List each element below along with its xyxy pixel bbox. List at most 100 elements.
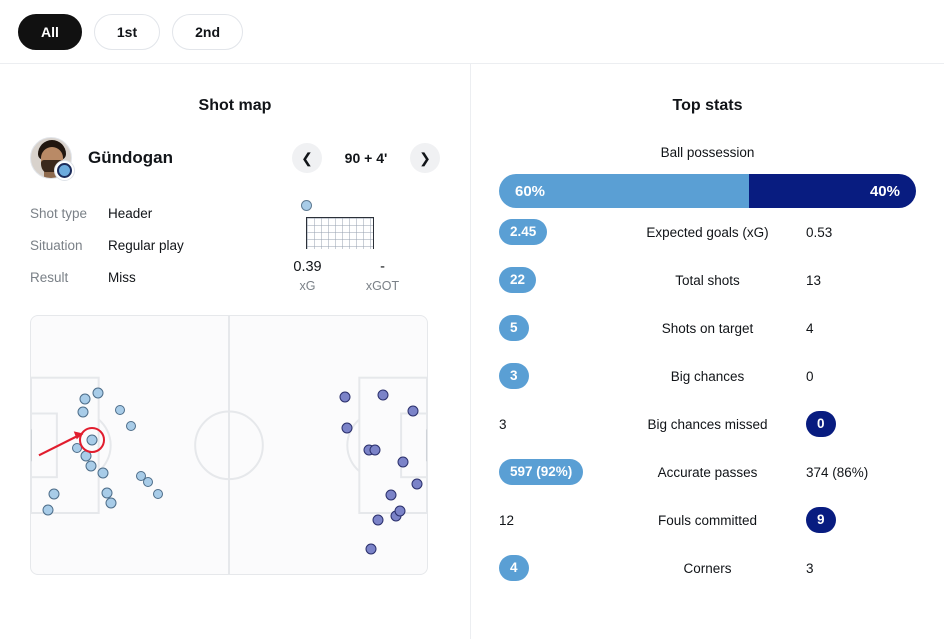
xgot-label: xGOT <box>365 279 400 293</box>
stat-row: 12 Fouls committed 9 <box>499 496 916 544</box>
stat-home-cell: 3 <box>499 363 609 389</box>
shot-dot-home[interactable] <box>97 467 109 479</box>
shot-dot-home[interactable] <box>48 488 60 500</box>
shot-dot-home[interactable] <box>42 504 54 516</box>
shot-time-label: 90 + 4' <box>344 150 388 166</box>
goal-mouth-diagram <box>270 197 420 255</box>
result-label: Result <box>30 269 69 285</box>
stat-away-cell: 0.53 <box>806 225 916 240</box>
shot-type-row: Shot type Header <box>30 197 240 229</box>
shot-dot-away[interactable] <box>339 391 351 403</box>
stat-name: Expected goals (xG) <box>646 224 769 240</box>
ball-possession-bar: 60% 40% <box>499 174 916 208</box>
shot-dot-home[interactable] <box>152 489 163 500</box>
stat-name: Big chances missed <box>647 416 768 432</box>
stat-row: 597 (92%) Accurate passes 374 (86%) <box>499 448 916 496</box>
stat-row: 22 Total shots 13 <box>499 256 916 304</box>
result-row: Result Miss <box>30 261 240 293</box>
top-stats-title: Top stats <box>672 97 743 114</box>
shot-dot-home[interactable] <box>125 420 136 431</box>
shot-dot-away[interactable] <box>369 444 381 456</box>
stat-home-value: 3 <box>499 363 529 389</box>
stat-away-value: 13 <box>806 272 822 288</box>
shot-dot-away[interactable] <box>377 389 389 401</box>
stat-name: Accurate passes <box>657 464 758 480</box>
shot-dot-away[interactable] <box>397 456 409 468</box>
xg-cell: 0.39 xG <box>270 259 345 293</box>
stat-away-cell: 13 <box>806 273 916 288</box>
situation-label: Situation <box>30 237 83 253</box>
situation-value: Regular play <box>108 237 184 253</box>
pitch-wrap <box>0 293 470 575</box>
shot-dot-home[interactable] <box>86 434 98 445</box>
stat-rows: 2.45 Expected goals (xG) 0.53 22 Total shots… <box>499 208 916 592</box>
shot-dot-away[interactable] <box>385 489 397 501</box>
result-value: Miss <box>108 269 136 285</box>
stat-away-value: 4 <box>806 320 814 336</box>
player-header: Gündogan ❮ 90 + 4' ❯ <box>0 115 470 181</box>
shot-placement-dot <box>301 200 312 211</box>
ball-possession-label: Ball possession <box>660 145 755 160</box>
chevron-left-icon[interactable]: ❮ <box>292 143 322 173</box>
shot-type-value: Header <box>108 205 153 221</box>
tab-1st[interactable]: 1st <box>93 13 161 50</box>
stat-name: Total shots <box>675 272 740 288</box>
xg-values: 0.39 xG - xGOT <box>270 259 420 293</box>
stat-row: 3 Big chances 0 <box>499 352 916 400</box>
pitch-shot-map[interactable] <box>30 315 428 575</box>
possession-home-value: 60% <box>499 174 750 208</box>
xgot-value: - <box>380 259 385 275</box>
stat-row: 4 Corners 3 <box>499 544 916 592</box>
stat-away-value: 0 <box>806 368 814 384</box>
shot-time-nav: ❮ 90 + 4' ❯ <box>292 143 440 173</box>
stat-home-cell: 2.45 <box>499 219 609 245</box>
stat-name: Shots on target <box>661 320 754 336</box>
stat-home-value: 2.45 <box>499 219 548 245</box>
stat-away-value: 9 <box>806 507 836 533</box>
shot-dot-away[interactable] <box>407 405 419 417</box>
shot-dot-home[interactable] <box>77 406 89 418</box>
stat-name: Corners <box>683 560 732 576</box>
stat-row: 5 Shots on target 4 <box>499 304 916 352</box>
shot-dot-home[interactable] <box>80 450 92 462</box>
stat-away-cell: 0 <box>806 411 916 437</box>
stat-home-cell: 12 <box>499 513 609 528</box>
shot-map-title: Shot map <box>198 97 272 114</box>
stat-name: Fouls committed <box>657 512 758 528</box>
chevron-right-icon[interactable]: ❯ <box>410 143 440 173</box>
stat-home-cell: 4 <box>499 555 609 581</box>
shot-type-label: Shot type <box>30 205 88 221</box>
stat-home-cell: 5 <box>499 315 609 341</box>
shot-dot-home[interactable] <box>72 442 83 453</box>
shot-dot-home[interactable] <box>85 460 97 472</box>
shot-dot-home[interactable] <box>143 477 153 488</box>
stats-list: Ball possession 60% 40% 2.45 Expected goa… <box>471 115 944 592</box>
stat-home-value: 22 <box>499 267 537 293</box>
goal-net-icon <box>306 217 374 249</box>
shot-dot-home[interactable] <box>92 387 104 399</box>
shot-dot-away[interactable] <box>394 505 406 517</box>
shot-dot-away[interactable] <box>341 422 353 434</box>
stat-away-cell: 9 <box>806 507 916 533</box>
stat-home-cell: 3 <box>499 417 609 432</box>
tab-2nd[interactable]: 2nd <box>172 13 244 50</box>
xgot-cell: - xGOT <box>345 259 420 293</box>
shot-dot-home[interactable] <box>105 497 117 509</box>
shot-map-panel: Shot map Gündogan ❮ 90 + 4' ❯ Shot type … <box>0 64 470 639</box>
shot-attributes: Shot type Header Situation Regular play … <box>30 197 240 293</box>
shot-dot-home[interactable] <box>114 405 125 416</box>
stat-away-value: 3 <box>806 560 814 576</box>
shot-dot-away[interactable] <box>365 543 377 555</box>
shot-dot-home[interactable] <box>101 487 113 499</box>
tab-all[interactable]: All <box>18 13 82 50</box>
top-stats-panel: Top stats Ball possession 60% 40% 2.45 Ex… <box>470 64 944 639</box>
shot-dot-away[interactable] <box>411 478 423 490</box>
shot-detail: Shot type Header Situation Regular play … <box>0 179 470 293</box>
stat-home-value: 5 <box>499 315 529 341</box>
stat-home-value: 597 (92%) <box>499 459 584 485</box>
shot-dot-home[interactable] <box>79 393 91 405</box>
situation-row: Situation Regular play <box>30 229 240 261</box>
stat-away-cell: 4 <box>806 321 916 336</box>
shot-dot-away[interactable] <box>372 514 384 526</box>
stat-row: 2.45 Expected goals (xG) 0.53 <box>499 208 916 256</box>
